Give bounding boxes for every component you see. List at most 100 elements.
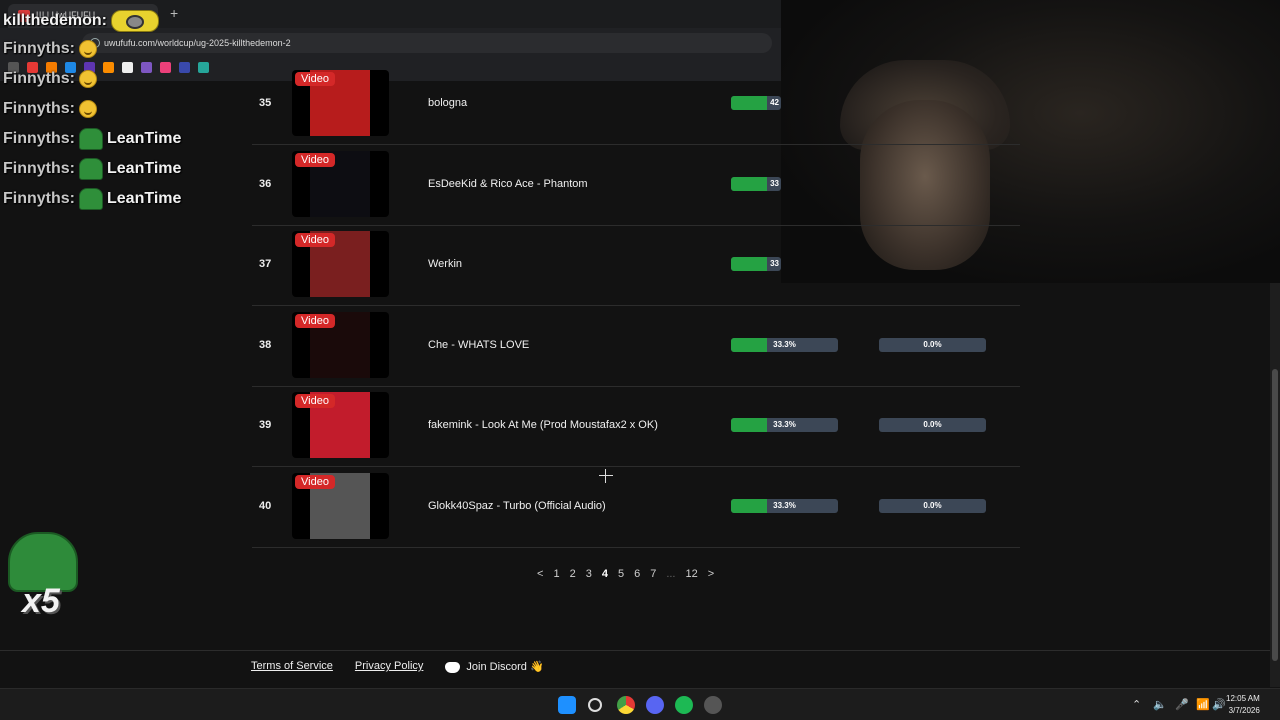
video-thumbnail[interactable]: Video	[292, 231, 389, 298]
entry-title[interactable]: Werkin	[428, 258, 462, 270]
video-thumbnail[interactable]: Video	[292, 150, 389, 217]
chat-username: Finnyths:	[3, 160, 75, 177]
result-row: 37 Video Werkin 33	[252, 225, 1020, 307]
windows-start-icon[interactable]	[558, 696, 576, 714]
bookmark-icon[interactable]	[103, 61, 114, 73]
win-rate-label: 33.3%	[773, 339, 796, 349]
chrome-icon[interactable]	[617, 696, 635, 714]
volume-icon[interactable]: 🔊	[1212, 698, 1226, 711]
chat-line: Finnyths:	[3, 66, 101, 92]
page-3-button[interactable]: 3	[586, 568, 592, 580]
bookmark-icon[interactable]	[122, 61, 133, 73]
result-row: 40 Video Glokk40Spaz - Turbo (Official A…	[252, 467, 1020, 548]
result-row: 35 Video bologna 42	[252, 64, 1020, 145]
video-badge: Video	[295, 394, 335, 409]
pagination-ellipsis: ...	[666, 568, 676, 580]
video-badge: Video	[295, 233, 335, 248]
bookmark-icon[interactable]	[198, 61, 209, 73]
new-tab-button[interactable]: +	[170, 5, 178, 21]
discord-app-icon[interactable]	[646, 696, 664, 714]
page-scrollbar[interactable]	[1270, 283, 1280, 687]
terms-link[interactable]: Terms of Service	[251, 660, 333, 673]
win-rate-label: 33.3%	[773, 420, 796, 430]
chat-line: Finnyths: LeanTime	[3, 156, 181, 182]
page-1-button[interactable]: 1	[553, 568, 559, 580]
spotify-icon[interactable]	[675, 696, 693, 714]
page-12-button[interactable]: 12	[685, 568, 697, 580]
ratio-bar: 0.0%	[879, 337, 986, 352]
chat-line: Finnyths:	[3, 36, 101, 62]
privacy-link[interactable]: Privacy Policy	[355, 660, 423, 673]
chat-username: Finnyths:	[3, 40, 75, 57]
url-text: uwufufu.com/worldcup/ug-2025-killthedemo…	[104, 38, 291, 48]
video-thumbnail[interactable]: Video	[292, 70, 389, 136]
chat-message: LeanTime	[107, 190, 182, 207]
win-rate-bar: 42	[731, 96, 781, 110]
page-6-button[interactable]: 6	[634, 568, 640, 580]
address-bar[interactable]: uwufufu.com/worldcup/ug-2025-killthedemo…	[82, 33, 772, 53]
taskbar-clock[interactable]: 12:05 AM 3/7/2026	[1226, 693, 1260, 717]
entry-title[interactable]: Che - WHATS LOVE	[428, 339, 529, 351]
page-5-button[interactable]: 5	[618, 568, 624, 580]
smile-emote-icon	[79, 40, 97, 58]
prev-page-button[interactable]: <	[537, 568, 543, 580]
discord-label: Join Discord 👋	[466, 661, 544, 673]
chevron-up-icon[interactable]: ⌃	[1132, 698, 1141, 711]
video-badge: Video	[295, 313, 335, 328]
discord-link[interactable]: Join Discord 👋	[445, 660, 544, 673]
rank-number: 35	[259, 97, 272, 109]
smile-emote-icon	[79, 100, 97, 118]
speaker-icon[interactable]: 🔈	[1153, 698, 1167, 711]
chat-message: LeanTime	[107, 130, 182, 147]
discord-icon	[445, 661, 461, 673]
windows-taskbar: ⌃ 🔈 🎤 📶 🔊 12:05 AM 3/7/2026	[0, 688, 1280, 720]
video-badge: Video	[295, 475, 335, 489]
page-7-button[interactable]: 7	[650, 568, 656, 580]
video-thumbnail[interactable]: Video	[292, 473, 389, 539]
page-4-button[interactable]: 4	[602, 568, 608, 580]
minion-emote-icon	[111, 10, 160, 32]
pepe-emote-icon	[79, 188, 103, 210]
microphone-icon[interactable]: 🎤	[1175, 698, 1189, 711]
rank-number: 37	[259, 258, 272, 271]
entry-title[interactable]: Glokk40Spaz - Turbo (Official Audio)	[428, 500, 606, 512]
chat-message: LeanTime	[107, 160, 182, 177]
ratio-label: 0.0%	[923, 501, 942, 510]
rank-number: 39	[259, 419, 272, 432]
search-icon[interactable]	[588, 698, 602, 712]
obs-icon[interactable]	[704, 696, 722, 714]
rank-number: 40	[259, 500, 272, 512]
ratio-bar: 0.0%	[879, 499, 986, 513]
chat-username: Finnyths:	[3, 70, 75, 87]
pagination: <1 2 3 4 5 6 7... 12 >	[537, 568, 714, 580]
next-page-button[interactable]: >	[708, 568, 714, 580]
bookmark-icon[interactable]	[160, 61, 171, 73]
video-thumbnail[interactable]: Video	[292, 311, 389, 378]
scrollbar-thumb[interactable]	[1272, 369, 1278, 661]
screen: Ш | UwUFUFU + uwufufu.com/worldcup/ug-20…	[0, 0, 1280, 720]
video-thumbnail[interactable]: Video	[292, 392, 389, 459]
result-row: 36 Video EsDeeKid & Rico Ace - Phantom 3…	[252, 145, 1020, 226]
page-2-button[interactable]: 2	[570, 568, 576, 580]
clock-date: 3/7/2026	[1228, 706, 1260, 715]
win-rate-bar: 33.3%	[731, 337, 838, 352]
chat-line: Finnyths:	[3, 96, 101, 122]
win-rate-label: 42	[770, 98, 779, 107]
chat-line: Finnyths: LeanTime	[3, 186, 181, 212]
win-rate-bar: 33.3%	[731, 418, 838, 433]
win-rate-bar: 33	[731, 176, 781, 191]
chat-line: killthedemon:	[3, 8, 160, 34]
entry-title[interactable]: fakemink - Look At Me (Prod Moustafax2 x…	[428, 419, 658, 431]
bookmark-icon[interactable]	[179, 61, 190, 73]
combo-count: x5	[22, 582, 60, 620]
win-rate-bar: 33	[731, 257, 781, 272]
wifi-icon[interactable]: 📶	[1196, 698, 1210, 711]
bookmark-icon[interactable]	[141, 61, 152, 73]
entry-title[interactable]: EsDeeKid & Rico Ace - Phantom	[428, 178, 588, 190]
emote-combo: x5	[8, 532, 80, 620]
footer: Terms of Service Privacy Policy Join Dis…	[251, 660, 544, 673]
smile-emote-icon	[79, 70, 97, 88]
pepe-emote-icon	[79, 158, 103, 180]
ratio-label: 0.0%	[923, 339, 942, 349]
entry-title[interactable]: bologna	[428, 97, 467, 109]
